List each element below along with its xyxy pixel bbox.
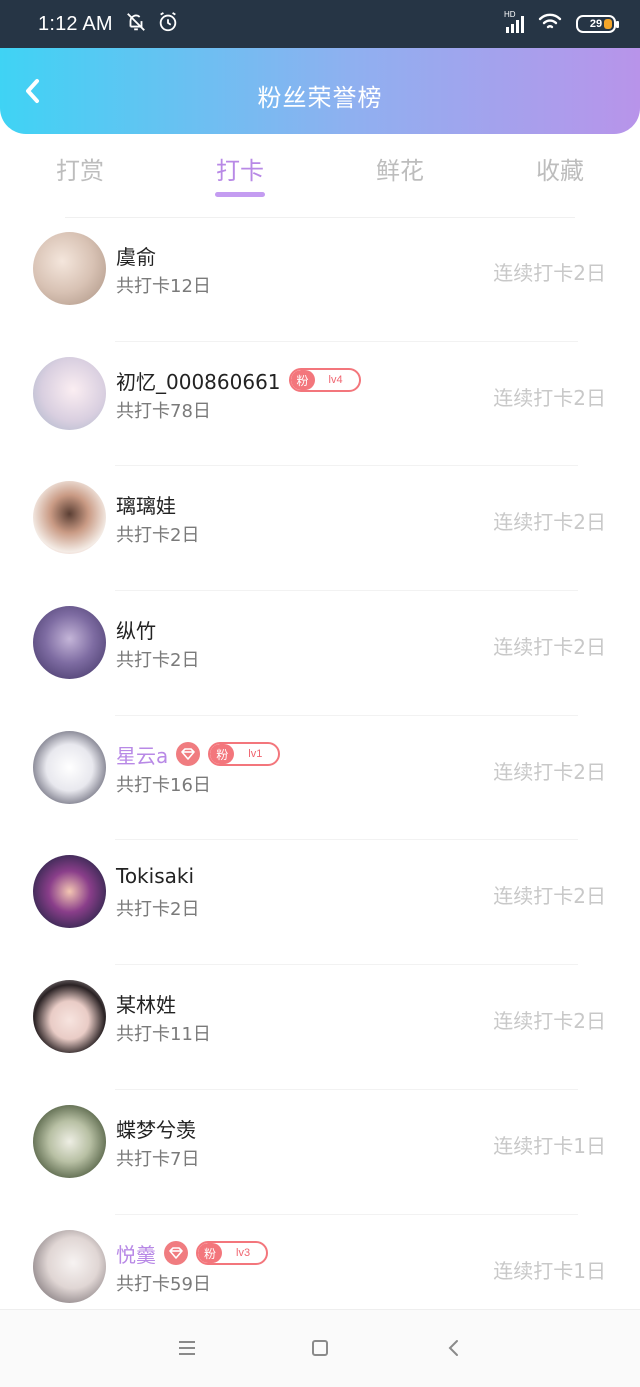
streak-text: 连续打卡2日 (493, 385, 606, 410)
streak-text: 连续打卡2日 (493, 759, 606, 784)
avatar[interactable] (33, 481, 106, 555)
menu-icon (179, 1341, 195, 1355)
notifications-off-icon (125, 11, 147, 37)
menu-button[interactable] (175, 1336, 199, 1360)
streak-text: 连续打卡2日 (493, 1009, 606, 1034)
avatar[interactable] (33, 855, 106, 929)
list-item[interactable]: Tokisaki 共打卡2日 连续打卡2日 (0, 840, 640, 966)
title-bar: 粉丝荣誉榜 (0, 48, 640, 134)
list-item[interactable]: 某林姓 共打卡11日 连续打卡2日 (0, 965, 640, 1090)
tab-favorites[interactable]: 收藏 (480, 134, 640, 220)
streak-text: 连续打卡2日 (493, 261, 606, 285)
status-bar: 1:12 AM HD 29 (0, 0, 640, 48)
user-name: 虞俞 (116, 245, 156, 269)
tab-flowers[interactable]: 鲜花 (320, 134, 480, 220)
total-checkins: 共打卡2日 (116, 525, 200, 547)
fan-label: 粉 (290, 370, 315, 391)
list-item[interactable]: 纵竹 共打卡2日 连续打卡2日 (0, 591, 640, 716)
fan-level: lv4 (328, 374, 343, 387)
streak-text: 连续打卡2日 (493, 635, 606, 660)
avatar[interactable] (33, 606, 106, 680)
home-button[interactable] (308, 1336, 332, 1360)
user-name: 纵竹 (116, 619, 156, 644)
user-name: 蝶梦兮羡 (116, 1117, 196, 1142)
back-nav-button[interactable] (442, 1336, 466, 1360)
fan-level-badge: 粉 lv3 (196, 1241, 269, 1265)
diamond-icon (176, 742, 201, 767)
fan-label: 粉 (210, 744, 235, 765)
avatar[interactable] (33, 1104, 106, 1178)
tab-label: 鲜花 (376, 157, 424, 185)
avatar[interactable] (33, 356, 106, 430)
list-item[interactable]: 璃璃娃 共打卡2日 连续打卡2日 (0, 466, 640, 592)
fan-level-badge: 粉 lv1 (208, 742, 281, 767)
list-item[interactable]: 蝶梦兮羡 共打卡7日 连续打卡1日 (0, 1090, 640, 1215)
header: 1:12 AM HD 29 粉丝荣誉榜 (0, 0, 640, 134)
fan-level: lv1 (248, 748, 263, 761)
tab-bar: 打赏 打卡 鲜花 收藏 (0, 134, 640, 220)
total-checkins: 共打卡59日 (116, 1273, 211, 1295)
streak-text: 连续打卡2日 (493, 510, 606, 535)
wifi-icon (538, 12, 562, 36)
streak-text: 连续打卡1日 (493, 1258, 606, 1283)
tab-label: 打卡 (216, 157, 264, 185)
total-checkins: 共打卡78日 (116, 400, 211, 422)
signal-icon: HD (504, 10, 524, 33)
user-name: 某林姓 (116, 993, 176, 1018)
total-checkins: 共打卡16日 (116, 774, 211, 796)
total-checkins: 共打卡2日 (116, 650, 200, 672)
user-name: 初忆_000860661 (116, 369, 281, 394)
diamond-icon (164, 1241, 188, 1265)
tab-tips[interactable]: 打赏 (0, 134, 160, 220)
avatar[interactable] (33, 980, 106, 1054)
fan-level-badge: 粉 lv4 (288, 368, 361, 393)
chevron-left-icon (448, 1340, 458, 1356)
tab-label: 收藏 (536, 157, 584, 185)
list-item[interactable]: 虞俞 共打卡12日 连续打卡2日 (0, 217, 640, 342)
streak-text: 连续打卡1日 (493, 1133, 606, 1158)
tab-checkin[interactable]: 打卡 (160, 134, 320, 220)
list-item[interactable]: 星云a 粉 lv1 共打卡16日 连续打卡2日 (0, 716, 640, 841)
hd-label: HD (504, 9, 516, 19)
page-title: 粉丝荣誉榜 (257, 84, 383, 112)
system-nav-bar (0, 1309, 640, 1387)
alarm-icon (157, 11, 179, 37)
total-checkins: 共打卡12日 (116, 276, 211, 297)
total-checkins: 共打卡11日 (116, 1024, 211, 1046)
list-item[interactable]: 初忆_000860661 粉 lv4 共打卡78日 连续打卡2日 (0, 342, 640, 467)
battery-icon: 29 (576, 15, 619, 33)
user-name: Tokisaki (116, 864, 195, 889)
square-icon (312, 1340, 328, 1356)
fan-list: 虞俞 共打卡12日 连续打卡2日 初忆_000860661 粉 lv4 共打卡7… (0, 217, 640, 1339)
user-name: 星云a (116, 743, 169, 768)
avatar[interactable] (33, 730, 106, 804)
user-name: 悦羹 (116, 1242, 156, 1267)
fan-level: lv3 (236, 1247, 251, 1259)
total-checkins: 共打卡2日 (116, 899, 200, 921)
user-name: 璃璃娃 (116, 494, 176, 519)
battery-level: 29 (589, 18, 603, 30)
status-time: 1:12 AM (38, 12, 113, 35)
streak-text: 连续打卡2日 (493, 884, 606, 909)
avatar[interactable] (33, 232, 106, 305)
tab-label: 打赏 (56, 157, 104, 185)
avatar[interactable] (33, 1229, 106, 1303)
fan-label: 粉 (198, 1243, 223, 1263)
total-checkins: 共打卡7日 (116, 1148, 200, 1170)
tab-active-indicator (215, 192, 265, 197)
